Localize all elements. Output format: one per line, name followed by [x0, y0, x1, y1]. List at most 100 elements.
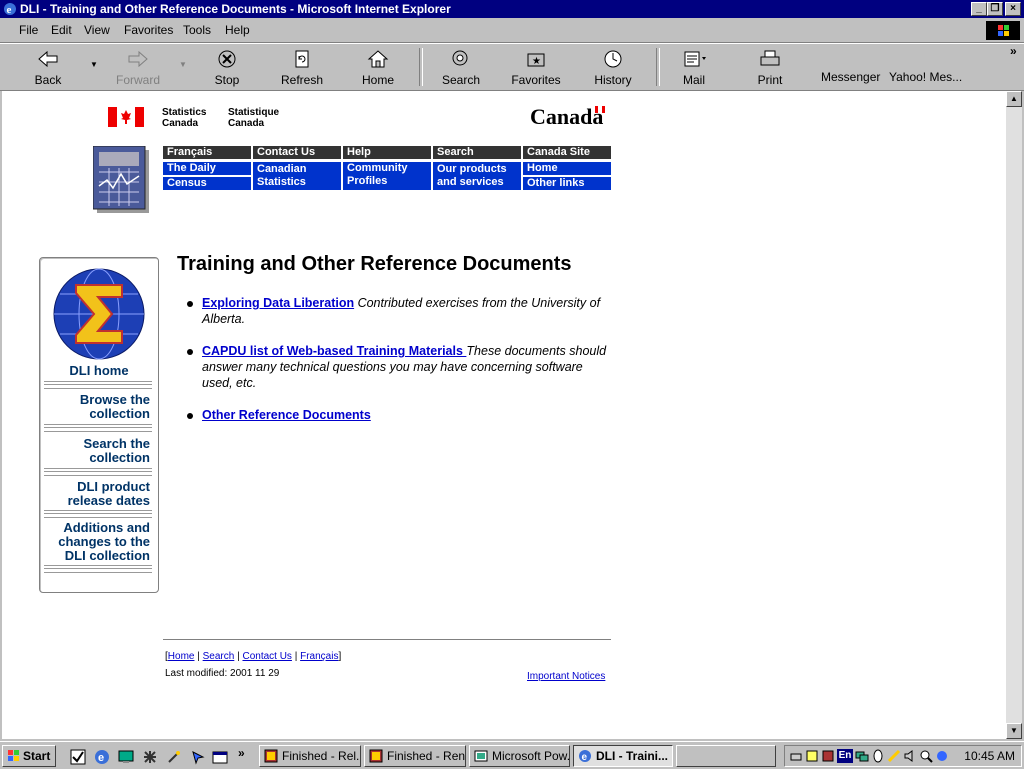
footer-contact-link[interactable]: Contact Us [242, 651, 291, 662]
back-dropdown-icon[interactable]: ▼ [90, 60, 98, 69]
scroll-down-button[interactable]: ▼ [1006, 723, 1022, 739]
nav-francais[interactable]: Français [163, 146, 251, 159]
forward-button[interactable]: Forward [108, 47, 168, 89]
menu-help[interactable]: Help [225, 23, 250, 37]
tray-messenger-icon[interactable] [935, 749, 949, 763]
task-finished-rel[interactable]: Finished - Rel... [259, 745, 361, 767]
print-icon [760, 50, 780, 66]
quicklaunch-desktop-icon[interactable] [118, 749, 134, 765]
mail-button[interactable]: Mail [664, 47, 724, 89]
tray-magnifier-icon[interactable] [919, 749, 933, 763]
toolbar-chevron[interactable]: » [1010, 44, 1017, 58]
statistique-canada-wordmark: Statistique Canada [228, 107, 280, 129]
search-button[interactable]: Search [431, 47, 491, 89]
menu-favorites[interactable]: Favorites [124, 23, 173, 37]
home-button[interactable]: Home [348, 47, 408, 89]
important-notices-link[interactable]: Important Notices [527, 671, 605, 682]
statcan-graph-logo-icon [93, 146, 149, 213]
tray-language-indicator[interactable]: En [837, 749, 853, 763]
powerpoint-icon [474, 750, 488, 762]
svg-text:★: ★ [532, 56, 541, 67]
exploring-data-liberation-link[interactable]: Exploring Data Liberation [202, 296, 354, 310]
tray-note-icon[interactable] [805, 749, 819, 763]
close-button[interactable]: × [1005, 2, 1021, 16]
additions-changes-link[interactable]: Additions and changes to the DLI collectio… [58, 521, 150, 563]
forward-dropdown-icon[interactable]: ▼ [179, 60, 187, 69]
task-app-icon [264, 749, 278, 763]
bullet [187, 349, 193, 355]
refresh-button[interactable]: Refresh [272, 47, 332, 89]
tray-printer-icon[interactable] [789, 749, 803, 763]
windows-logo-icon [986, 21, 1020, 40]
clock[interactable]: 10:45 AM [964, 749, 1015, 763]
tray-pen-icon[interactable] [887, 749, 901, 763]
nav-community-profiles[interactable]: Community Profiles [343, 162, 431, 190]
menu-view[interactable]: View [84, 23, 110, 37]
task-empty[interactable] [676, 745, 776, 767]
print-button[interactable]: Print [740, 47, 800, 89]
nav-home[interactable]: Home [523, 162, 611, 175]
canada-wordmark: Canada [530, 104, 606, 129]
tray-app-icon[interactable] [821, 749, 835, 763]
svg-text:e: e [582, 752, 588, 763]
home-icon [367, 50, 389, 68]
quicklaunch-window-icon[interactable] [212, 749, 228, 765]
ie-icon: e [4, 3, 16, 16]
task-dli-training[interactable]: e DLI - Traini... [573, 745, 673, 767]
nav-canadian-statistics[interactable]: Canadian Statistics [253, 162, 341, 190]
favorites-button[interactable]: ★ Favorites [506, 47, 566, 89]
nav-census[interactable]: Census [163, 177, 251, 190]
menu-file[interactable]: File [19, 23, 38, 37]
quicklaunch-checkmark-icon[interactable] [70, 749, 86, 765]
last-modified: Last modified: 2001 11 29 [165, 668, 280, 679]
nav-help[interactable]: Help [343, 146, 431, 159]
quicklaunch-tool-icon[interactable] [142, 749, 158, 765]
start-button[interactable]: Start [2, 745, 56, 767]
nav-the-daily[interactable]: The Daily [163, 162, 251, 175]
stop-button[interactable]: Stop [197, 47, 257, 89]
nav-our-products[interactable]: Our products and services [433, 162, 521, 190]
back-button[interactable]: Back [18, 47, 78, 89]
browse-collection-link[interactable]: Browse the collection [80, 393, 150, 421]
vertical-scrollbar[interactable]: ▲ ▼ [1006, 91, 1022, 739]
nav-canada-site[interactable]: Canada Site [523, 146, 611, 159]
nav-search[interactable]: Search [433, 146, 521, 159]
dli-globe-logo-icon[interactable] [52, 267, 146, 361]
menu-edit[interactable]: Edit [51, 23, 72, 37]
nav-contact-us[interactable]: Contact Us [253, 146, 341, 159]
tray-volume-icon[interactable] [903, 749, 917, 763]
minimize-button[interactable]: _ [971, 2, 987, 16]
tray-mouse-icon[interactable] [871, 749, 885, 763]
system-tray: En 10:45 AM [784, 745, 1022, 767]
dli-home-link[interactable]: DLI home [40, 364, 158, 378]
mail-icon [684, 51, 706, 67]
divider [44, 510, 152, 518]
release-dates-link[interactable]: DLI product release dates [68, 480, 150, 508]
quicklaunch-more-chevron[interactable]: » [238, 746, 245, 760]
yahoo-messenger-button[interactable]: Yahoo! Mes... [889, 70, 962, 84]
quicklaunch-cursor-icon[interactable] [190, 749, 206, 765]
scroll-up-button[interactable]: ▲ [1006, 91, 1022, 107]
taskbar: Start e » Finished - Rel... Finished - R… [0, 741, 1024, 769]
divider [44, 424, 152, 432]
messenger-button[interactable]: Messenger [821, 70, 880, 84]
svg-text:e: e [7, 4, 12, 16]
toolbar-separator [419, 48, 423, 86]
other-reference-documents-link[interactable]: Other Reference Documents [202, 408, 371, 422]
task-microsoft-powerpoint[interactable]: Microsoft Pow... [469, 745, 570, 767]
menu-tools[interactable]: Tools [183, 23, 211, 37]
quicklaunch-wand-icon[interactable] [166, 749, 182, 765]
footer-home-link[interactable]: Home [168, 651, 195, 662]
footer-search-link[interactable]: Search [203, 651, 235, 662]
restore-button[interactable]: ❐ [987, 2, 1003, 16]
quicklaunch-ie-icon[interactable]: e [94, 749, 110, 765]
capdu-training-link[interactable]: CAPDU list of Web-based Training Materia… [202, 344, 466, 358]
search-collection-link[interactable]: Search the collection [84, 437, 150, 465]
dli-side-navigation: DLI home Browse the collection Search the… [39, 257, 159, 593]
history-button[interactable]: History [583, 47, 643, 89]
footer-francais-link[interactable]: Français [300, 651, 338, 662]
nav-other-links[interactable]: Other links [523, 177, 611, 190]
task-finished-ren[interactable]: Finished - Ren... [364, 745, 466, 767]
tray-network-icon[interactable] [855, 749, 869, 763]
window-title: DLI - Training and Other Reference Docum… [20, 2, 451, 16]
